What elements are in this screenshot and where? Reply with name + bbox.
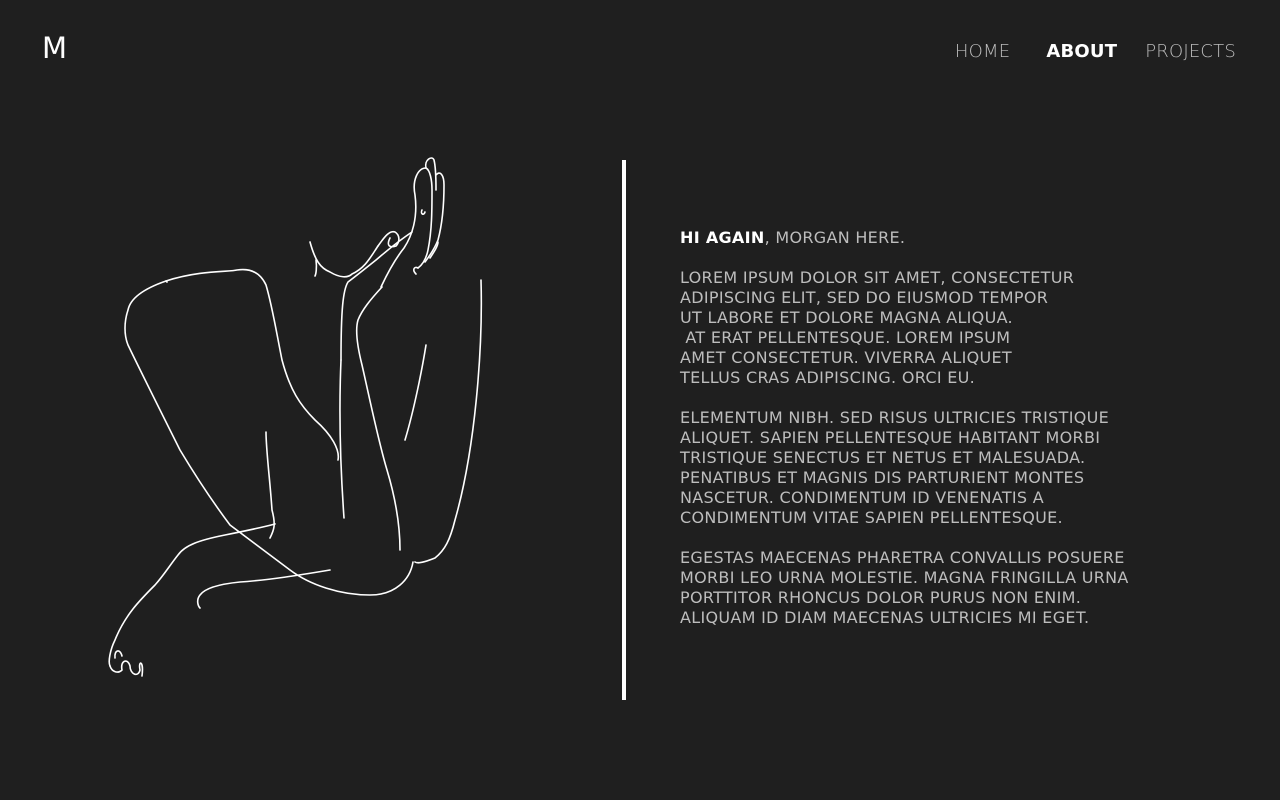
- main-nav: HOME ABOUT PROJECTS: [955, 40, 1236, 62]
- vertical-divider: [622, 160, 626, 700]
- nav-home[interactable]: HOME: [955, 41, 1010, 62]
- intro-line: HI AGAIN, MORGAN HERE.: [680, 228, 1240, 248]
- paragraph-line: ALIQUAM ID DIAM MAECENAS ULTRICIES MI EG…: [680, 608, 1090, 627]
- paragraph-line: AT ERAT PELLENTESQUE. LOREM IPSUM: [680, 328, 1011, 347]
- about-bio: HI AGAIN, MORGAN HERE. LOREM IPSUM DOLOR…: [680, 228, 1240, 648]
- intro-rest: , MORGAN HERE.: [764, 228, 906, 247]
- paragraph-line: PORTTITOR RHONCUS DOLOR PURUS NON ENIM.: [680, 588, 1082, 607]
- paragraph-line: EGESTAS MAECENAS PHARETRA CONVALLIS POSU…: [680, 548, 1125, 567]
- paragraph-line: CONDIMENTUM VITAE SAPIEN PELLENTESQUE.: [680, 508, 1063, 527]
- greeting: HI AGAIN: [680, 228, 765, 247]
- paragraph-1: LOREM IPSUM DOLOR SIT AMET, CONSECTETUR …: [680, 268, 1240, 388]
- line-art-figure-icon: [108, 157, 483, 677]
- paragraph-2: ELEMENTUM NIBH. SED RISUS ULTRICIES TRIS…: [680, 408, 1240, 528]
- paragraph-line: ADIPISCING ELIT, SED DO EIUSMOD TEMPOR: [680, 288, 1049, 307]
- paragraph-line: UT LABORE ET DOLORE MAGNA ALIQUA.: [680, 308, 1013, 327]
- site-logo[interactable]: M: [42, 34, 67, 63]
- paragraph-line: ALIQUET. SAPIEN PELLENTESQUE HABITANT MO…: [680, 428, 1101, 447]
- paragraph-line: TRISTIQUE SENECTUS ET NETUS ET MALESUADA…: [680, 448, 1086, 467]
- nav-about[interactable]: ABOUT: [1046, 41, 1117, 62]
- nav-projects[interactable]: PROJECTS: [1145, 41, 1236, 62]
- paragraph-line: MORBI LEO URNA MOLESTIE. MAGNA FRINGILLA…: [680, 568, 1129, 587]
- paragraph-line: NASCETUR. CONDIMENTUM ID VENENATIS A: [680, 488, 1044, 507]
- paragraph-line: ELEMENTUM NIBH. SED RISUS ULTRICIES TRIS…: [680, 408, 1110, 427]
- paragraph-line: AMET CONSECTETUR. VIVERRA ALIQUET: [680, 348, 1012, 367]
- paragraph-line: TELLUS CRAS ADIPISCING. ORCI EU.: [680, 368, 976, 387]
- paragraph-line: LOREM IPSUM DOLOR SIT AMET, CONSECTETUR: [680, 268, 1075, 287]
- paragraph-line: PENATIBUS ET MAGNIS DIS PARTURIENT MONTE…: [680, 468, 1085, 487]
- paragraph-3: EGESTAS MAECENAS PHARETRA CONVALLIS POSU…: [680, 548, 1240, 628]
